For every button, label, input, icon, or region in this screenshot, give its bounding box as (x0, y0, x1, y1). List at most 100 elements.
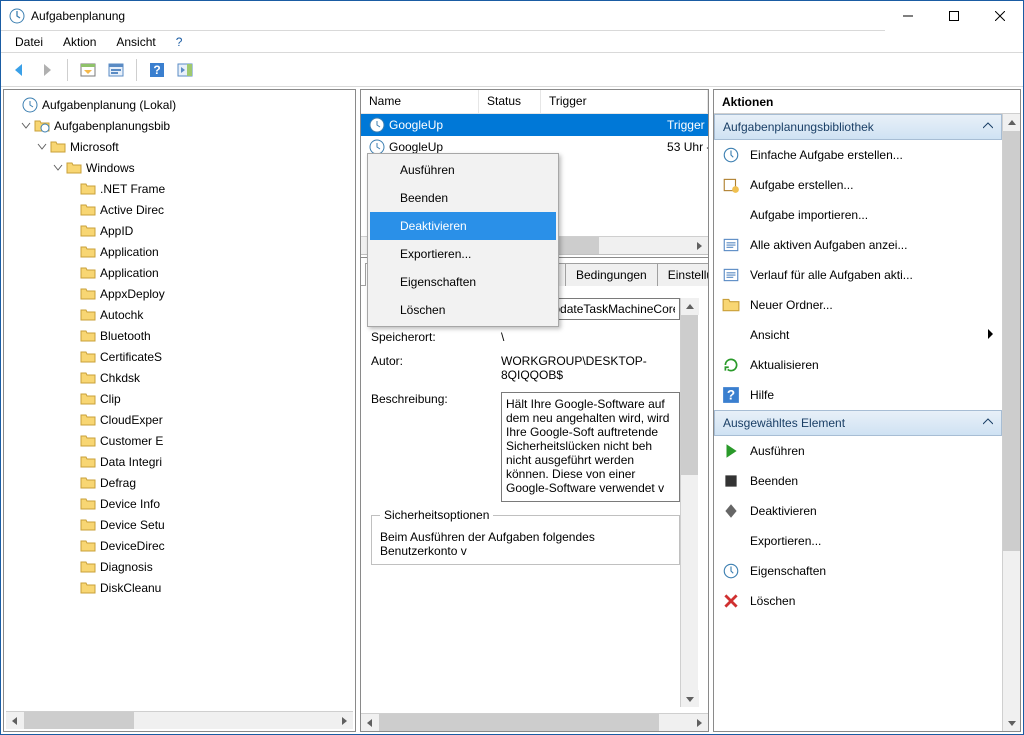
tree-item[interactable]: Autochk (8, 304, 351, 325)
tool-action-pane[interactable] (173, 58, 197, 82)
tree-item[interactable]: Application (8, 241, 351, 262)
action-item[interactable]: Ansicht (714, 320, 1002, 350)
folder-icon (80, 349, 96, 365)
back-button[interactable] (7, 58, 31, 82)
collapse-icon[interactable] (983, 120, 993, 134)
chevron-down-icon[interactable] (20, 120, 32, 132)
tree-item[interactable]: AppxDeploy (8, 283, 351, 304)
action-item[interactable]: Aktualisieren (714, 350, 1002, 380)
tree-root[interactable]: Aufgabenplanung (Lokal) (8, 94, 351, 115)
action-item[interactable]: Aufgabe importieren... (714, 200, 1002, 230)
ctx-properties[interactable]: Eigenschaften (370, 268, 556, 296)
scroll-down-button[interactable] (1003, 714, 1020, 731)
scroll-thumb[interactable] (681, 315, 698, 475)
action-icon (722, 592, 740, 610)
ctx-export[interactable]: Exportieren... (370, 240, 556, 268)
maximize-button[interactable] (931, 1, 977, 31)
tree-microsoft[interactable]: Microsoft (8, 136, 351, 157)
tree-item[interactable]: Diagnosis (8, 556, 351, 577)
tree-item[interactable]: Data Integri (8, 451, 351, 472)
action-item[interactable]: Deaktivieren (714, 496, 1002, 526)
scroll-up-button[interactable] (1003, 114, 1020, 131)
tree-item[interactable]: CertificateS (8, 346, 351, 367)
tree-item[interactable]: Bluetooth (8, 325, 351, 346)
tree-item[interactable]: Application (8, 262, 351, 283)
tree-item[interactable]: Device Info (8, 493, 351, 514)
forward-button[interactable] (35, 58, 59, 82)
folder-clock-icon (34, 118, 50, 134)
close-button[interactable] (977, 1, 1023, 31)
chevron-down-icon[interactable] (52, 162, 64, 174)
collapse-icon[interactable] (983, 416, 993, 430)
scroll-down-button[interactable] (681, 690, 699, 707)
action-item[interactable]: Exportieren... (714, 526, 1002, 556)
tree-item[interactable]: Device Setu (8, 514, 351, 535)
security-options-fieldset: Sicherheitsoptionen Beim Ausführen der A… (371, 515, 680, 565)
tree-item[interactable]: DeviceDirec (8, 535, 351, 556)
chevron-down-icon[interactable] (36, 141, 48, 153)
menu-view[interactable]: Ansicht (108, 33, 163, 51)
action-item[interactable]: Einfache Aufgabe erstellen... (714, 140, 1002, 170)
scroll-right-button[interactable] (690, 237, 708, 254)
action-item[interactable]: Beenden (714, 466, 1002, 496)
scroll-right-button[interactable] (690, 714, 708, 731)
actions-group-selected[interactable]: Ausgewähltes Element (714, 410, 1002, 436)
menu-help[interactable]: ? (168, 33, 191, 51)
tree-library[interactable]: Aufgabenplanungsbib (8, 115, 351, 136)
action-item[interactable]: Neuer Ordner... (714, 290, 1002, 320)
chevron-right-icon[interactable] (8, 99, 20, 111)
tree-item[interactable]: CloudExper (8, 409, 351, 430)
tree-hscrollbar[interactable] (6, 711, 353, 729)
ctx-end[interactable]: Beenden (370, 184, 556, 212)
tree-item[interactable]: Active Direc (8, 199, 351, 220)
action-item[interactable]: Löschen (714, 586, 1002, 616)
tree-item[interactable]: Clip (8, 388, 351, 409)
tree-item[interactable]: AppID (8, 220, 351, 241)
action-item[interactable]: Aufgabe erstellen... (714, 170, 1002, 200)
actions-vscrollbar[interactable] (1002, 114, 1020, 731)
tab-settings[interactable]: Einstellu (657, 263, 708, 286)
task-row[interactable]: GoogleUp Trigger definiert. (361, 114, 708, 136)
detail-hscrollbar[interactable] (361, 713, 708, 731)
scroll-thumb[interactable] (1003, 131, 1020, 551)
tool-help[interactable]: ? (145, 58, 169, 82)
ctx-run[interactable]: Ausführen (370, 156, 556, 184)
folder-icon (80, 538, 96, 554)
action-label: Alle aktiven Aufgaben anzei... (750, 238, 907, 252)
scroll-thumb[interactable] (24, 712, 134, 729)
tool-properties[interactable] (104, 58, 128, 82)
ctx-delete[interactable]: Löschen (370, 296, 556, 324)
tab-conditions[interactable]: Bedingungen (565, 263, 658, 286)
menu-action[interactable]: Aktion (55, 33, 104, 51)
action-label: Aufgabe erstellen... (750, 178, 853, 192)
menu-file[interactable]: Datei (7, 33, 51, 51)
action-item[interactable]: Alle aktiven Aufgaben anzei... (714, 230, 1002, 260)
actions-group-library[interactable]: Aufgabenplanungsbibliothek (714, 114, 1002, 140)
tree-windows[interactable]: Windows (8, 157, 351, 178)
scroll-left-button[interactable] (6, 712, 24, 729)
tree-item[interactable]: Customer E (8, 430, 351, 451)
tree-item[interactable]: Defrag (8, 472, 351, 493)
action-label: Verlauf für alle Aufgaben akti... (750, 268, 913, 282)
tool-show-hide-tree[interactable] (76, 58, 100, 82)
action-icon (722, 326, 740, 344)
col-trigger[interactable]: Trigger (541, 90, 708, 113)
scroll-left-button[interactable] (361, 714, 379, 731)
action-item[interactable]: Eigenschaften (714, 556, 1002, 586)
tree-item[interactable]: DiskCleanu (8, 577, 351, 598)
col-status[interactable]: Status (479, 90, 541, 113)
col-name[interactable]: Name (361, 90, 479, 113)
tree-item[interactable]: .NET Frame (8, 178, 351, 199)
scroll-up-button[interactable] (681, 298, 699, 315)
action-item[interactable]: Ausführen (714, 436, 1002, 466)
tree-item[interactable]: Chkdsk (8, 367, 351, 388)
action-item[interactable]: Verlauf für alle Aufgaben akti... (714, 260, 1002, 290)
detail-vscrollbar[interactable] (680, 298, 698, 707)
description-field[interactable] (501, 392, 680, 502)
tree[interactable]: Aufgabenplanung (Lokal) Aufgabenplanungs… (6, 92, 353, 711)
action-item[interactable]: ?Hilfe (714, 380, 1002, 410)
ctx-disable[interactable]: Deaktivieren (370, 212, 556, 240)
minimize-button[interactable] (885, 1, 931, 31)
scroll-thumb[interactable] (379, 714, 659, 731)
scroll-right-button[interactable] (335, 712, 353, 729)
